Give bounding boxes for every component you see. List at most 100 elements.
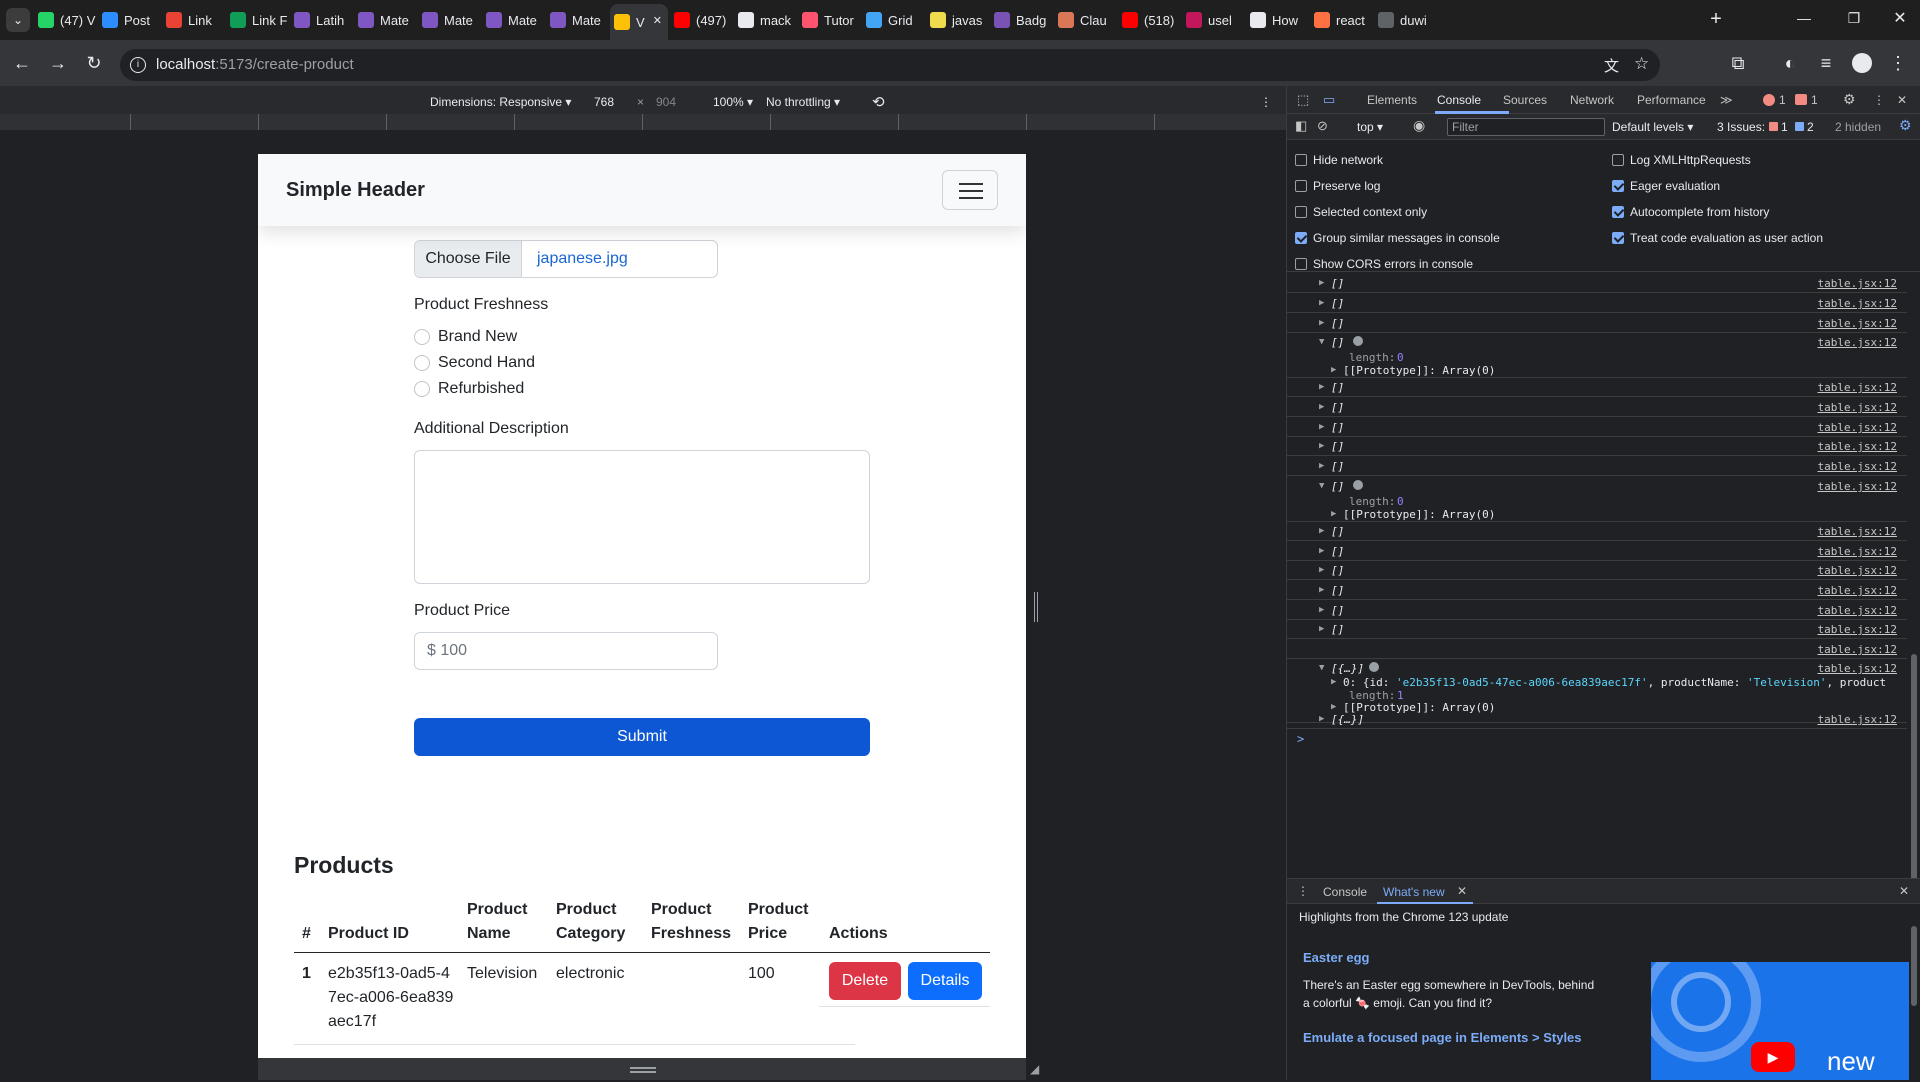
browser-tab[interactable]: mack bbox=[734, 6, 796, 34]
expand-toggle-icon[interactable]: ▶ bbox=[1319, 278, 1324, 288]
live-expression-eye-icon[interactable]: ◉ bbox=[1413, 117, 1425, 134]
choose-file-button[interactable]: Choose File bbox=[415, 241, 522, 277]
extension-icon[interactable]: ◐ bbox=[1778, 51, 1802, 75]
error-count-icon[interactable] bbox=[1763, 94, 1775, 106]
console-log-row[interactable]: table.jsx:12 bbox=[1287, 640, 1907, 659]
width-input[interactable]: 768 bbox=[594, 95, 614, 109]
tab-network[interactable]: Network bbox=[1570, 93, 1614, 107]
console-log-row[interactable]: ▶ [] table.jsx:12 bbox=[1287, 398, 1907, 417]
browser-tab[interactable]: Mate bbox=[354, 6, 416, 34]
device-more-icon[interactable]: ⋮ bbox=[1260, 95, 1272, 109]
devtools-menu-icon[interactable]: ⋮ bbox=[1873, 93, 1885, 107]
forward-icon[interactable]: → bbox=[46, 51, 70, 75]
expand-toggle-icon[interactable]: ▶ bbox=[1319, 422, 1324, 432]
tab-search-icon[interactable]: ⌄ bbox=[6, 8, 30, 32]
viewport-resize-corner-icon[interactable]: ◢ bbox=[1030, 1062, 1039, 1076]
checkbox-user-action[interactable] bbox=[1612, 232, 1624, 244]
tab-performance[interactable]: Performance bbox=[1637, 93, 1706, 107]
expand-toggle-icon[interactable]: ▼ bbox=[1319, 337, 1324, 347]
browser-tab[interactable]: Latih bbox=[290, 6, 352, 34]
browser-tab[interactable]: V ✕ bbox=[610, 4, 668, 40]
browser-tab[interactable]: duwi bbox=[1374, 6, 1436, 34]
devtools-settings-icon[interactable]: ⚙ bbox=[1843, 91, 1856, 108]
browser-tab[interactable]: Link bbox=[162, 6, 224, 34]
checkbox-log-xhr[interactable] bbox=[1612, 154, 1624, 166]
delete-button[interactable]: Delete bbox=[829, 962, 901, 1000]
console-prompt[interactable]: > bbox=[1297, 732, 1304, 746]
restore-icon[interactable]: ❐ bbox=[1844, 10, 1864, 30]
browser-tab[interactable]: Mate bbox=[546, 6, 608, 34]
drawer-menu-icon[interactable]: ⋮ bbox=[1297, 884, 1309, 898]
expand-toggle-icon[interactable]: ▶ bbox=[1319, 526, 1324, 536]
checkbox-group-similar[interactable] bbox=[1295, 232, 1307, 244]
new-tab-button[interactable]: + bbox=[1704, 8, 1728, 32]
extensions-icon[interactable]: ⧉ bbox=[1726, 51, 1750, 75]
reload-icon[interactable]: ↻ bbox=[82, 51, 106, 75]
media-query-ruler[interactable] bbox=[0, 114, 1286, 130]
checkbox-preserve-log[interactable] bbox=[1295, 180, 1307, 192]
browser-tab[interactable]: usel bbox=[1182, 6, 1244, 34]
browser-tab[interactable]: (497) bbox=[670, 6, 732, 34]
console-log-row[interactable]: ▶ [] table.jsx:12 bbox=[1287, 561, 1907, 580]
console-log-row[interactable]: ▶ [] table.jsx:12 bbox=[1287, 418, 1907, 437]
sidebar-toggle-icon[interactable]: ◧ bbox=[1295, 118, 1307, 134]
close-whats-new-icon[interactable]: ✕ bbox=[1457, 884, 1467, 898]
price-input[interactable]: $ 100 bbox=[414, 632, 718, 670]
details-button[interactable]: Details bbox=[908, 962, 982, 1000]
checkbox-cors-errors[interactable] bbox=[1295, 258, 1307, 270]
youtube-play-icon[interactable]: ▶ bbox=[1751, 1042, 1795, 1072]
dimensions-select[interactable]: Dimensions: Responsive ▾ bbox=[430, 95, 571, 109]
console-log-row[interactable]: ▶ [] table.jsx:12 bbox=[1287, 620, 1907, 639]
media-control-icon[interactable]: ≡ bbox=[1814, 51, 1838, 75]
tab-console[interactable]: Console bbox=[1437, 93, 1481, 107]
site-info-icon[interactable]: i bbox=[130, 57, 146, 73]
object-entry-toggle-icon[interactable]: ▶ bbox=[1331, 677, 1336, 687]
expand-toggle-icon[interactable]: ▶ bbox=[1319, 546, 1324, 556]
console-log-row[interactable]: ▼ [] table.jsx:12 length: 0 ▶ [[Prototype]]: A… bbox=[1287, 333, 1907, 378]
drawer-tab-whats-new[interactable]: What's new bbox=[1383, 885, 1445, 899]
log-levels-select[interactable]: Default levels ▾ bbox=[1612, 120, 1693, 134]
expand-toggle-icon[interactable]: ▶ bbox=[1319, 461, 1324, 471]
throttling-select[interactable]: No throttling ▾ bbox=[766, 95, 840, 109]
console-log-row[interactable]: ▶ [{…}] table.jsx:12 bbox=[1287, 710, 1907, 729]
minimize-icon[interactable]: — bbox=[1794, 10, 1814, 30]
expand-toggle-icon[interactable]: ▶ bbox=[1319, 402, 1324, 412]
translate-icon[interactable]: 文 bbox=[1604, 55, 1619, 76]
console-log-row[interactable]: ▶ [] table.jsx:12 bbox=[1287, 542, 1907, 561]
checkbox-selected-context[interactable] bbox=[1295, 206, 1307, 218]
console-log-row[interactable]: ▶ [] table.jsx:12 bbox=[1287, 437, 1907, 456]
console-log-row[interactable]: ▶ [] table.jsx:12 bbox=[1287, 314, 1907, 333]
address-bar[interactable]: i localhost:5173/create-product 文 ☆ bbox=[120, 49, 1660, 81]
console-log-row[interactable]: ▶ [] table.jsx:12 bbox=[1287, 601, 1907, 620]
checkbox-autocomplete[interactable] bbox=[1612, 206, 1624, 218]
browser-tab[interactable]: react bbox=[1310, 6, 1372, 34]
console-log-row[interactable]: ▶ [] table.jsx:12 bbox=[1287, 294, 1907, 313]
close-window-icon[interactable]: ✕ bbox=[1890, 8, 1910, 28]
radio-brand-new[interactable] bbox=[414, 329, 430, 345]
browser-tab[interactable]: Mate bbox=[482, 6, 544, 34]
radio-refurbished[interactable] bbox=[414, 381, 430, 397]
console-log-row[interactable]: ▼ [] table.jsx:12 length: 0 ▶ [[Prototype]]: A… bbox=[1287, 477, 1907, 522]
tab-sources[interactable]: Sources bbox=[1503, 93, 1547, 107]
rotate-icon[interactable]: ⟲ bbox=[872, 93, 885, 111]
context-select[interactable]: top ▾ bbox=[1357, 120, 1383, 134]
expand-toggle-icon[interactable]: ▼ bbox=[1319, 663, 1324, 673]
emulate-focused-page-link[interactable]: Emulate a focused page in Elements > Sty… bbox=[1303, 1030, 1582, 1045]
console-filter-input[interactable]: Filter bbox=[1447, 118, 1605, 136]
height-input[interactable]: 904 bbox=[656, 95, 676, 109]
browser-tab[interactable]: Tutor bbox=[798, 6, 860, 34]
submit-button[interactable]: Submit bbox=[414, 718, 870, 756]
profile-avatar[interactable] bbox=[1852, 53, 1872, 73]
bookmark-star-icon[interactable]: ☆ bbox=[1634, 54, 1649, 74]
checkbox-eager-eval[interactable] bbox=[1612, 180, 1624, 192]
zoom-select[interactable]: 100% ▾ bbox=[713, 95, 753, 109]
close-tab-icon[interactable]: ✕ bbox=[653, 14, 662, 27]
browser-tab[interactable]: Clau bbox=[1054, 6, 1116, 34]
drawer-tab-console[interactable]: Console bbox=[1323, 885, 1367, 899]
checkbox-hide-network[interactable] bbox=[1295, 154, 1307, 166]
tab-elements[interactable]: Elements bbox=[1367, 93, 1417, 107]
viewport-resize-handle-bottom[interactable] bbox=[258, 1058, 1026, 1080]
console-log-row[interactable]: ▶ [] table.jsx:12 bbox=[1287, 522, 1907, 541]
product-image-file-input[interactable]: Choose File japanese.jpg bbox=[414, 240, 718, 278]
browser-tab[interactable]: Mate bbox=[418, 6, 480, 34]
